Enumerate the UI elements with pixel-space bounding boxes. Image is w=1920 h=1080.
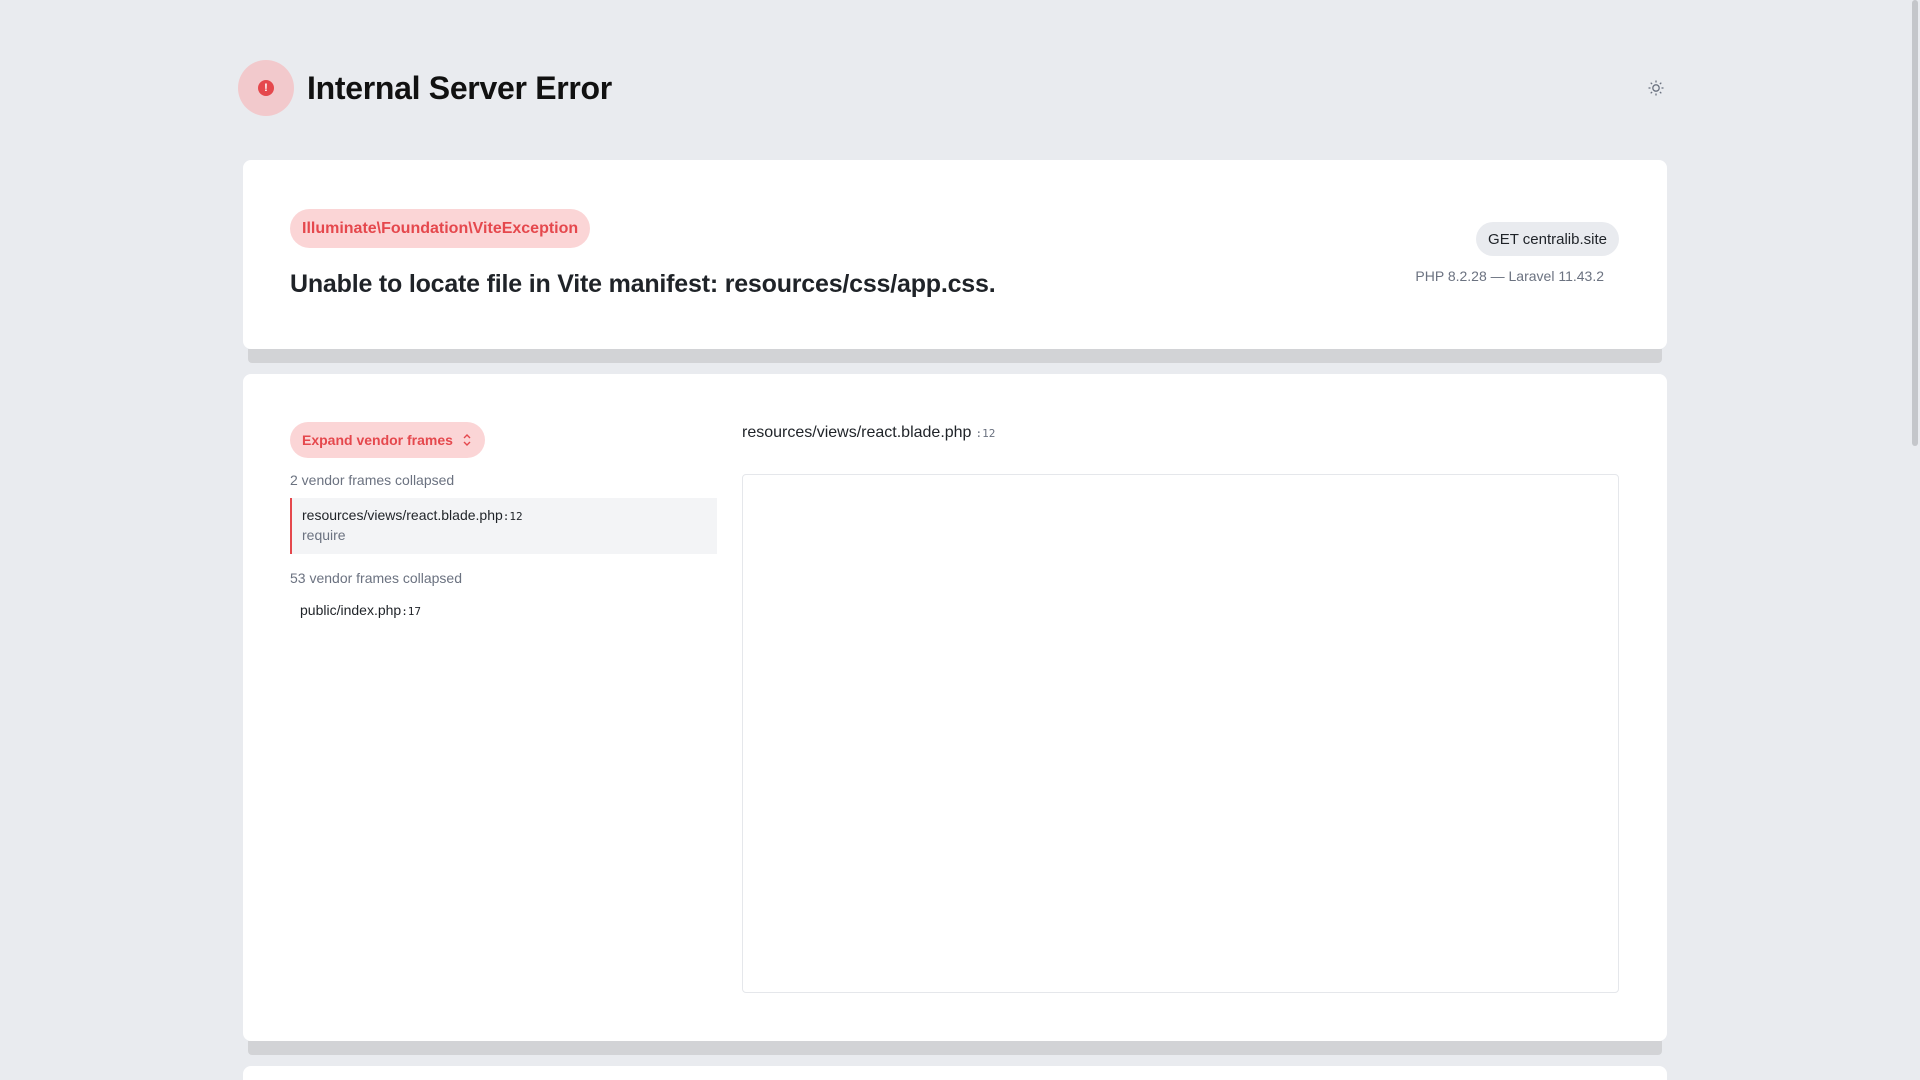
code-line-number: :12	[975, 427, 996, 440]
stack-frame[interactable]: resources/views/react.blade.php:12 requi…	[290, 498, 717, 554]
sun-icon[interactable]	[1646, 78, 1666, 98]
chevron-up-down-icon	[463, 434, 471, 446]
scrollbar[interactable]	[1910, 0, 1920, 1080]
version-info: PHP 8.2.28 — Laravel 11.43.2	[1415, 268, 1604, 284]
error-message: Unable to locate file in Vite manifest: …	[290, 270, 996, 298]
expand-vendor-frames-label: Expand vendor frames	[302, 432, 453, 448]
vendor-frames-collapsed-note[interactable]: 53 vendor frames collapsed	[290, 568, 717, 588]
exception-class-badge: Illuminate\Foundation\ViteException	[290, 209, 591, 248]
card-stack-edge	[248, 1041, 1662, 1055]
frame-line-number: :12	[502, 510, 523, 523]
code-snippet-panel	[742, 474, 1619, 993]
vendor-frames-collapsed-note[interactable]: 2 vendor frames collapsed	[290, 470, 717, 490]
alert-circle-icon: !	[238, 60, 294, 116]
frame-path: resources/views/react.blade.php	[302, 507, 503, 523]
scrollbar-thumb[interactable]	[1912, 0, 1918, 446]
card-stack-edge	[248, 349, 1662, 363]
stack-frames-list: 2 vendor frames collapsed resources/view…	[290, 470, 717, 626]
page-header: ! Internal Server Error	[238, 60, 1666, 116]
page-title: Internal Server Error	[307, 70, 612, 106]
expand-vendor-frames-button[interactable]: Expand vendor frames	[290, 422, 485, 458]
stack-frame[interactable]: public/index.php:17	[290, 594, 717, 626]
exception-card: Illuminate\Foundation\ViteException Unab…	[243, 160, 1667, 349]
code-file-header: resources/views/react.blade.php:12	[742, 424, 995, 442]
code-file-path: resources/views/react.blade.php	[742, 424, 972, 441]
frame-function: require	[302, 527, 346, 543]
frame-line-number: :17	[401, 605, 422, 618]
stack-trace-card: Expand vendor frames 2 vendor frames col…	[243, 374, 1667, 1041]
request-badge: GET centralib.site	[1476, 222, 1619, 256]
next-card	[243, 1066, 1667, 1080]
frame-path: public/index.php	[300, 602, 402, 618]
